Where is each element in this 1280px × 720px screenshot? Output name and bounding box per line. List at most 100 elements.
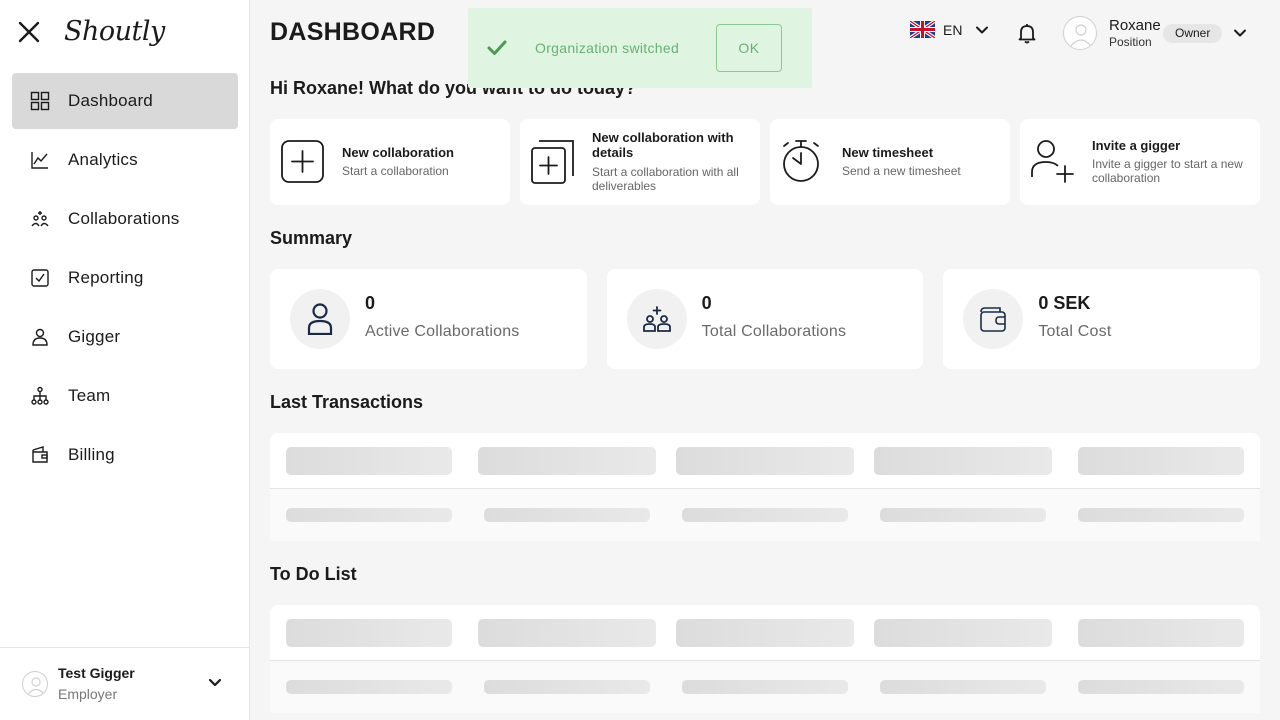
sidebar-item-gigger[interactable]: Gigger <box>12 309 238 365</box>
sidebar-item-team[interactable]: Team <box>12 368 238 424</box>
action-subtitle: Start a collaboration with all deliverab… <box>592 165 739 193</box>
gigger-icon <box>30 327 50 347</box>
sidebar-item-analytics[interactable]: Analytics <box>12 132 238 188</box>
summary-label: Total Collaborations <box>701 323 847 340</box>
skeleton-cell <box>286 508 452 522</box>
action-title: New collaboration with details <box>592 130 734 160</box>
plus-stack-icon <box>531 140 574 184</box>
account-name: Test Gigger <box>58 665 135 681</box>
close-icon[interactable] <box>16 19 42 45</box>
new-collaboration-details-card[interactable]: New collaboration with details Start a c… <box>520 119 760 205</box>
sidebar-item-label: Team <box>68 386 111 405</box>
group-icon <box>626 289 687 349</box>
quick-actions: New collaboration Start a collaboration … <box>270 119 1260 205</box>
chevron-down-icon[interactable] <box>205 673 225 693</box>
role-badge: Owner <box>1163 24 1223 43</box>
sidebar-nav: Dashboard Analytics Collaborations Repor… <box>12 73 238 486</box>
last-transactions-title: Last Transactions <box>270 392 424 412</box>
summary-label: Total Cost <box>1038 323 1112 340</box>
skeleton-header <box>286 619 452 647</box>
sidebar-item-label: Dashboard <box>68 91 153 110</box>
action-title: New timesheet <box>842 145 934 160</box>
sidebar-item-label: Reporting <box>68 268 144 287</box>
billing-icon <box>30 445 50 465</box>
skeleton-cell <box>1078 508 1244 522</box>
dashboard-icon <box>30 91 50 111</box>
stopwatch-icon <box>783 140 819 182</box>
summary-card-total: 0 Total Collaborations <box>606 269 924 369</box>
sidebar-item-label: Billing <box>68 445 115 464</box>
new-collaboration-card[interactable]: New collaboration Start a collaboration <box>270 119 510 205</box>
action-title: Invite a gigger <box>1092 138 1181 153</box>
sidebar-item-label: Gigger <box>68 327 121 346</box>
summary-label: Active Collaborations <box>365 323 520 340</box>
sidebar-item-billing[interactable]: Billing <box>12 427 238 483</box>
chevron-down-icon[interactable] <box>1231 24 1249 42</box>
sidebar-item-dashboard[interactable]: Dashboard <box>12 73 238 129</box>
team-icon <box>30 386 50 406</box>
account-role: Employer <box>58 686 118 702</box>
summary-value: 0 SEK <box>1038 293 1091 313</box>
invite-gigger-card[interactable]: Invite a gigger Invite a gigger to start… <box>1020 119 1260 205</box>
sidebar: Shoutly Dashboard Analytics Collaboratio… <box>0 0 250 720</box>
plus-square-icon <box>281 140 324 183</box>
toast-ok-button[interactable]: OK <box>716 24 782 72</box>
user-position: Position <box>1109 35 1152 49</box>
summary-value: 0 <box>701 293 712 313</box>
skeleton-cell <box>286 680 452 694</box>
transactions-table-loading <box>270 433 1260 541</box>
uk-flag-icon <box>910 21 935 38</box>
person-icon <box>290 289 350 349</box>
skeleton-header <box>874 619 1052 647</box>
skeleton-header <box>1078 619 1244 647</box>
skeleton-header <box>676 447 854 475</box>
skeleton-cell <box>682 508 848 522</box>
skeleton-header <box>874 447 1052 475</box>
divider <box>270 488 1260 489</box>
action-subtitle: Send a new timesheet <box>842 164 961 178</box>
toast-message: Organization switched <box>535 40 680 56</box>
skeleton-header <box>478 447 656 475</box>
account-switcher[interactable]: Test Gigger Employer <box>0 647 250 720</box>
skeleton-cell <box>484 508 650 522</box>
page-title: DASHBOARD <box>270 18 436 46</box>
divider <box>270 660 1260 661</box>
checkmark-icon <box>487 40 507 55</box>
todo-title: To Do List <box>270 564 357 584</box>
summary-card-active: 0 Active Collaborations <box>270 269 587 369</box>
shoutly-logo[interactable]: Shoutly <box>64 16 165 47</box>
skeleton-cell <box>682 680 848 694</box>
bell-icon[interactable] <box>1016 22 1038 44</box>
collaborations-icon <box>30 209 50 229</box>
skeleton-cell <box>880 680 1046 694</box>
action-subtitle: Invite a gigger to start a new collabora… <box>1092 157 1243 185</box>
chevron-down-icon <box>976 26 989 33</box>
analytics-icon <box>30 150 50 170</box>
success-toast: Organization switched OK <box>468 8 812 88</box>
skeleton-header <box>478 619 656 647</box>
new-timesheet-card[interactable]: New timesheet Send a new timesheet <box>770 119 1010 205</box>
skeleton-header <box>1078 447 1244 475</box>
summary-cards: 0 Active Collaborations 0 Total Collabor… <box>270 269 1261 369</box>
user-name: Roxane <box>1109 17 1161 34</box>
skeleton-header <box>286 447 452 475</box>
sidebar-item-label: Analytics <box>68 150 138 169</box>
skeleton-cell <box>880 508 1046 522</box>
action-title: New collaboration <box>342 145 454 160</box>
summary-value: 0 <box>365 293 376 313</box>
user-plus-icon <box>1031 140 1074 183</box>
wallet-icon <box>963 289 1024 349</box>
sidebar-item-collaborations[interactable]: Collaborations <box>12 191 238 247</box>
summary-card-cost: 0 SEK Total Cost <box>943 269 1261 369</box>
skeleton-cell <box>1078 680 1244 694</box>
todo-table-loading <box>270 605 1260 713</box>
skeleton-cell <box>484 680 650 694</box>
language-selector[interactable]: EN <box>910 21 990 38</box>
user-avatar[interactable] <box>1063 16 1097 50</box>
language-code: EN <box>943 21 963 38</box>
skeleton-header <box>676 619 854 647</box>
sidebar-item-reporting[interactable]: Reporting <box>12 250 238 306</box>
action-subtitle: Start a collaboration <box>342 164 449 178</box>
avatar <box>22 671 48 697</box>
sidebar-item-label: Collaborations <box>68 209 180 228</box>
